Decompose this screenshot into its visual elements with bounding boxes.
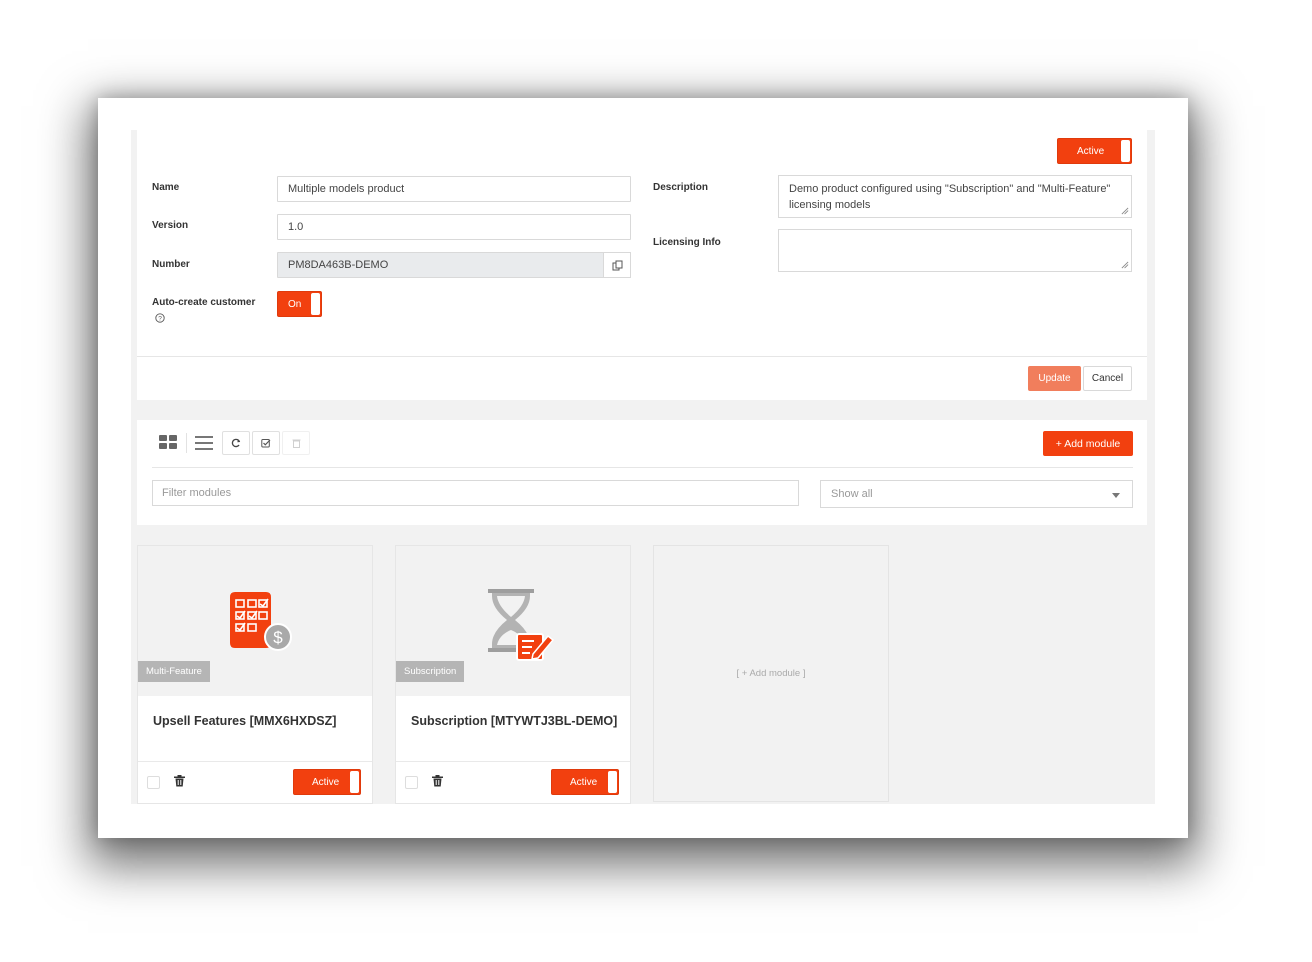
- card-divider: [138, 761, 372, 762]
- show-filter-select[interactable]: Show all: [820, 480, 1133, 508]
- add-module-card[interactable]: [ + Add module ]: [653, 545, 889, 802]
- toggle-knob: [608, 771, 617, 793]
- refresh-icon: [231, 438, 241, 448]
- show-filter-value: Show all: [831, 488, 873, 500]
- panel-divider: [137, 356, 1147, 357]
- module-select-checkbox[interactable]: [147, 776, 160, 789]
- list-view-icon[interactable]: [195, 436, 213, 450]
- version-field[interactable]: 1.0: [277, 214, 631, 240]
- add-module-button[interactable]: + Add module: [1043, 431, 1133, 456]
- module-status-toggle[interactable]: Active: [293, 769, 361, 795]
- select-all-button[interactable]: [252, 431, 280, 455]
- product-status-label: Active: [1077, 145, 1105, 157]
- autocreate-label: Auto-create customer: [152, 297, 256, 308]
- toggle-knob: [311, 293, 320, 315]
- number-field: PM8DA463B-DEMO: [277, 252, 604, 278]
- trash-icon[interactable]: [174, 775, 185, 787]
- description-label: Description: [653, 182, 709, 193]
- version-label: Version: [152, 220, 189, 231]
- update-button[interactable]: Update: [1028, 366, 1081, 391]
- module-title: Subscription [MTYWTJ3BL-DEMO]: [411, 714, 618, 728]
- name-label: Name: [152, 182, 180, 193]
- check-square-icon: [261, 439, 271, 448]
- trash-icon: [292, 439, 300, 448]
- licensing-info-label: Licensing Info: [653, 237, 721, 248]
- view-divider: [186, 433, 187, 453]
- module-card[interactable]: Subscription Subscription [MTYWTJ3BL-DEM…: [395, 545, 631, 804]
- svg-text:?: ?: [158, 315, 162, 322]
- toggle-knob: [350, 771, 359, 793]
- module-thumbnail: $ Multi-Feature: [138, 546, 372, 696]
- toggle-knob: [1121, 140, 1130, 162]
- caret-down-icon: [1112, 493, 1120, 498]
- module-card[interactable]: $ Multi-Feature Upsell Features [MMX6HXD…: [137, 545, 373, 804]
- module-status-toggle[interactable]: Active: [551, 769, 619, 795]
- copy-number-button[interactable]: [603, 252, 631, 278]
- name-field[interactable]: Multiple models product: [277, 176, 631, 202]
- toolbar-divider: [152, 467, 1133, 468]
- help-icon[interactable]: ?: [155, 313, 165, 323]
- licensing-info-field[interactable]: [778, 229, 1132, 272]
- card-divider: [396, 761, 630, 762]
- autocreate-toggle[interactable]: On: [277, 291, 322, 317]
- trash-icon[interactable]: [432, 775, 443, 787]
- checklist-dollar-icon: $: [230, 592, 292, 651]
- resize-handle-icon[interactable]: [1121, 261, 1129, 269]
- module-title: Upsell Features [MMX6HXDSZ]: [153, 714, 337, 728]
- refresh-button[interactable]: [222, 431, 250, 455]
- modules-toolbar-panel: + Add module Filter modules Show all: [137, 420, 1147, 525]
- cancel-button[interactable]: Cancel: [1083, 366, 1132, 391]
- module-thumbnail: Subscription: [396, 546, 630, 696]
- description-field[interactable]: Demo product configured using "Subscript…: [778, 175, 1132, 218]
- copy-icon: [612, 260, 622, 270]
- module-select-checkbox[interactable]: [405, 776, 418, 789]
- number-label: Number: [152, 259, 190, 270]
- grid-view-icon[interactable]: [159, 435, 177, 450]
- module-type-tag: Multi-Feature: [138, 661, 210, 682]
- main-content: Active Name Multiple models product Vers…: [131, 130, 1155, 804]
- module-status-label: Active: [570, 776, 598, 788]
- svg-text:$: $: [273, 628, 283, 647]
- product-edit-panel: Active Name Multiple models product Vers…: [137, 130, 1147, 400]
- resize-handle-icon[interactable]: [1121, 207, 1129, 215]
- module-status-label: Active: [312, 776, 340, 788]
- product-status-toggle[interactable]: Active: [1057, 138, 1132, 164]
- app-window: Active Name Multiple models product Vers…: [98, 98, 1188, 838]
- delete-selected-button[interactable]: [282, 431, 310, 455]
- hourglass-document-icon: [488, 589, 555, 661]
- module-type-tag: Subscription: [396, 661, 465, 682]
- filter-modules-input[interactable]: Filter modules: [152, 480, 799, 506]
- autocreate-value: On: [288, 298, 302, 310]
